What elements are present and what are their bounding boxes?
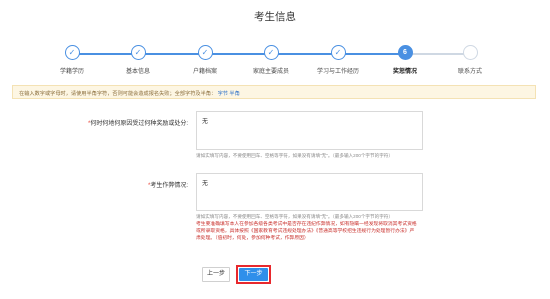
award-hint: 请如实填写内容，不要使用回车、空格等字符，如果没有请填"无"。（最多输入200个… <box>196 153 393 158</box>
notice-banner: 在输入数字或字母时，请使用半角字符，否则可能会造成报名失败；全部字符及半角： 字… <box>12 85 536 99</box>
notice-link[interactable]: 字节 半角 <box>218 91 240 97</box>
cheating-label: *考生作弊情况: <box>100 180 188 189</box>
award-label: *何时何地何原因受过何种奖励或处分: <box>60 118 188 127</box>
page-title: 考生信息 <box>254 11 296 23</box>
step-label: 联系方式 <box>457 69 482 75</box>
step-number: 6 <box>397 45 413 60</box>
step-7: 联系方式 <box>430 44 510 75</box>
notice-text: 在输入数字或字母时，请使用半角字符，否则可能会造成报名失败；全部字符及半角： <box>19 90 217 97</box>
check-icon: ✓ <box>330 45 346 60</box>
next-button-highlight: 下一步 <box>236 265 271 284</box>
progress-steps: ✓ 学籍学历 ✓ 基本信息 ✓ 户籍档案 ✓ 家庭主要成员 ✓ 学习与工作经历 … <box>50 44 492 75</box>
cheating-textarea[interactable]: 无 <box>196 173 423 211</box>
award-textarea[interactable]: 无 <box>196 111 423 150</box>
cheating-label-text: 考生作弊情况: <box>150 183 188 189</box>
check-icon: ✓ <box>263 45 279 60</box>
cheating-hint: 请如实填写内容，不要使用回车、空格等字符，如果没有请填"无"。（最多输入200个… <box>196 214 393 219</box>
next-button[interactable]: 下一步 <box>239 268 268 281</box>
cheating-warning: 考生要准确填写本人在参加各级各类考试中是否存在违纪作弊情况，如有隐瞒一经发现将取… <box>196 222 417 242</box>
check-icon: ✓ <box>197 45 213 60</box>
prev-button[interactable]: 上一步 <box>202 267 230 282</box>
award-label-text: 何时何地何原因受过何种奖励或处分: <box>90 121 188 127</box>
check-icon: ✓ <box>64 45 80 60</box>
check-icon: ✓ <box>130 45 146 60</box>
empty-circle-icon <box>462 45 478 60</box>
